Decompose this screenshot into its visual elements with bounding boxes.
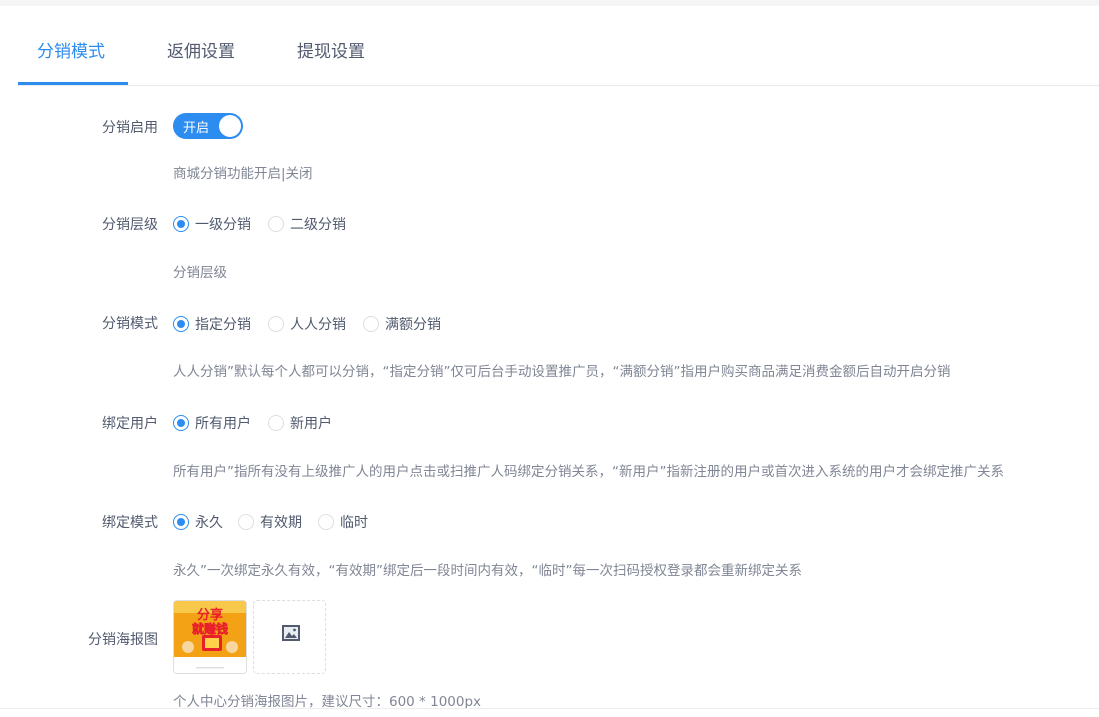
radio-checked-icon <box>173 514 189 530</box>
switch-knob <box>219 115 241 137</box>
poster-hint: 个人中心分销海报图片，建议尺寸：600 * 1000px <box>173 694 482 710</box>
level-radio-first[interactable]: 一级分销 <box>173 214 251 234</box>
poster-title-line2: 就赚钱 <box>192 621 228 636</box>
bind-mode-hint: 永久”一次绑定永久有效，“有效期”绑定后一段时间内有效，“临时”每一次扫码授权登… <box>173 563 802 579</box>
bind-user-radio-all[interactable]: 所有用户 <box>173 413 251 433</box>
mode-label: 分销模式 <box>102 316 158 332</box>
tab-distribution-mode[interactable]: 分销模式 <box>37 37 105 62</box>
bind-mode-label: 绑定模式 <box>102 515 158 531</box>
enable-hint: 商城分销功能开启|关闭 <box>173 166 313 182</box>
bind-user-radio-new[interactable]: 新用户 <box>268 413 332 433</box>
enable-switch-text: 开启 <box>183 121 210 136</box>
level-radio-second[interactable]: 二级分销 <box>268 214 346 234</box>
radio-label: 一级分销 <box>195 217 251 233</box>
radio-label: 有效期 <box>260 515 302 531</box>
bind-mode-radio-permanent[interactable]: 永久 <box>173 512 223 532</box>
radio-label: 人人分销 <box>290 317 346 333</box>
poster-image: 分享 就赚钱 <box>174 601 246 673</box>
tab-bar: 分销模式 返佣设置 提现设置 <box>18 6 1099 86</box>
image-icon <box>282 625 300 641</box>
enable-label: 分销启用 <box>102 120 158 136</box>
radio-unchecked-icon <box>268 316 284 332</box>
level-hint: 分销层级 <box>173 265 227 281</box>
mode-radio-designated[interactable]: 指定分销 <box>173 314 251 334</box>
tab-commission-settings[interactable]: 返佣设置 <box>167 37 235 62</box>
radio-label: 满额分销 <box>385 317 441 333</box>
bottom-divider <box>0 708 1099 709</box>
radio-label: 永久 <box>195 515 223 531</box>
radio-label: 所有用户 <box>195 416 251 432</box>
radio-label: 临时 <box>340 515 368 531</box>
radio-checked-icon <box>173 216 189 232</box>
tab-withdraw-settings[interactable]: 提现设置 <box>297 37 365 62</box>
radio-unchecked-icon <box>238 514 254 530</box>
radio-checked-icon <box>173 415 189 431</box>
radio-unchecked-icon <box>318 514 334 530</box>
bind-user-hint: 所有用户”指所有没有上级推广人的用户点击或扫推广人码绑定分销关系，“新用户”指新… <box>173 464 1004 480</box>
radio-checked-icon <box>173 316 189 332</box>
radio-label: 指定分销 <box>195 317 251 333</box>
radio-label: 新用户 <box>290 416 332 432</box>
bind-user-label: 绑定用户 <box>102 416 158 432</box>
radio-unchecked-icon <box>363 316 379 332</box>
poster-upload-button[interactable] <box>253 600 326 674</box>
tab-active-indicator <box>18 82 128 85</box>
mode-hint: 人人分销”默认每个人都可以分销，“指定分销”仅可后台手动设置推广员，“满额分销”… <box>173 364 951 380</box>
bind-mode-radio-period[interactable]: 有效期 <box>238 512 302 532</box>
mode-radio-threshold[interactable]: 满额分销 <box>363 314 441 334</box>
poster-title-line1: 分享 <box>197 607 223 623</box>
mode-radio-everyone[interactable]: 人人分销 <box>268 314 346 334</box>
radio-unchecked-icon <box>268 216 284 232</box>
poster-thumbnail[interactable]: 分享 就赚钱 <box>173 600 247 674</box>
radio-unchecked-icon <box>268 415 284 431</box>
enable-switch[interactable]: 开启 <box>173 113 243 139</box>
bind-mode-radio-temporary[interactable]: 临时 <box>318 512 368 532</box>
poster-label: 分销海报图 <box>88 632 158 648</box>
radio-label: 二级分销 <box>290 217 346 233</box>
level-label: 分销层级 <box>102 217 158 233</box>
